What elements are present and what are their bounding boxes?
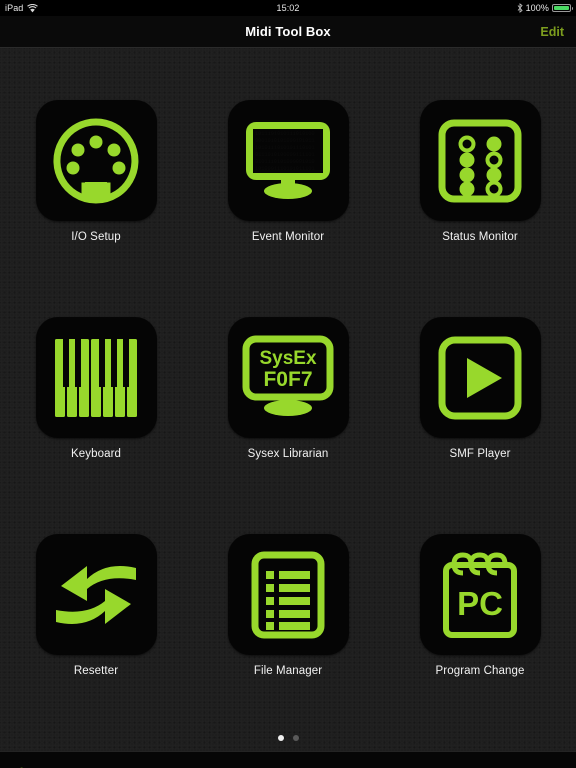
led-panel-icon <box>438 119 522 202</box>
app-tile-background: SysEx F0F7 <box>227 317 349 438</box>
status-bar-right: 100% <box>517 3 573 13</box>
carrier-label: iPad <box>5 3 24 13</box>
app-tile-label: Status Monitor <box>442 231 518 243</box>
app-tile-event-monitor[interactable]: 1011101010111010100 0001010101000101011 … <box>192 100 384 317</box>
page-indicator[interactable] <box>0 735 576 741</box>
svg-text:0101110101000001010: 0101110101000001010 <box>255 159 315 165</box>
app-tile-label: SMF Player <box>449 448 511 460</box>
page-title: Midi Tool Box <box>245 24 331 39</box>
app-tile-keyboard[interactable]: Keyboard <box>0 317 192 534</box>
notepad-pc-icon: PC <box>443 551 517 638</box>
document-list-icon <box>251 551 325 638</box>
status-bar: iPad 15:02 100% <box>0 0 576 16</box>
battery-full-icon <box>552 4 573 12</box>
add-button[interactable]: + <box>14 761 29 768</box>
bottom-toolbar: + Preferences <box>0 751 576 768</box>
app-tile-background: PC <box>419 534 541 655</box>
app-tile-label: I/O Setup <box>71 231 121 243</box>
midi-din-connector-icon <box>53 118 139 203</box>
app-tile-file-manager[interactable]: File Manager <box>192 534 384 751</box>
wifi-icon <box>27 3 39 12</box>
app-root: iPad 15:02 100% Midi Tool Box Edit I/O S… <box>0 0 576 768</box>
page-dot-1[interactable] <box>277 735 284 741</box>
edit-button[interactable]: Edit <box>540 25 564 39</box>
home-screen: I/O Setup 1011101010111010100 0001010101… <box>0 48 576 751</box>
app-tile-label: Program Change <box>435 665 525 677</box>
app-tile-io-setup[interactable]: I/O Setup <box>0 100 192 317</box>
svg-text:1011101010111010100: 1011101010111010100 <box>255 131 315 137</box>
app-tile-program-change[interactable]: PC Program Change <box>384 534 576 751</box>
status-bar-time: 15:02 <box>276 3 300 13</box>
monitor-sysex-icon: SysEx F0F7 <box>242 335 334 416</box>
binary-text-rows: 1011101010111010100 0001010101000101011 … <box>255 131 315 172</box>
app-tile-background <box>419 100 541 221</box>
page-dot-2[interactable] <box>292 735 299 741</box>
app-tile-label: Sysex Librarian <box>247 448 329 460</box>
svg-text:F0F7: F0F7 <box>263 368 312 391</box>
monitor-binary-icon: 1011101010111010100 0001010101000101011 … <box>246 121 330 199</box>
svg-text:PC: PC <box>457 585 503 622</box>
navigation-bar: Midi Tool Box Edit <box>0 16 576 48</box>
app-tile-sysex-librarian[interactable]: SysEx F0F7 Sysex Librarian <box>192 317 384 534</box>
app-tile-label: Keyboard <box>70 448 122 460</box>
piano-keyboard-icon <box>55 338 137 417</box>
app-icon-grid: I/O Setup 1011101010111010100 0001010101… <box>0 100 576 751</box>
app-tile-background <box>35 317 157 438</box>
refresh-arrows-icon <box>56 565 136 624</box>
app-tile-resetter[interactable]: Resetter <box>0 534 192 751</box>
app-tile-label: File Manager <box>253 665 323 677</box>
app-tile-status-monitor[interactable]: Status Monitor <box>384 100 576 317</box>
svg-text:0111010100000111101: 0111010100000111101 <box>255 152 315 158</box>
app-tile-label: Resetter <box>73 665 119 677</box>
battery-percent-label: 100% <box>525 3 549 13</box>
app-tile-background: 1011101010111010100 0001010101000101011 … <box>227 100 349 221</box>
app-tile-label: Event Monitor <box>251 231 325 243</box>
app-tile-background <box>227 534 349 655</box>
bluetooth-icon <box>517 3 523 13</box>
svg-text:1010111010101110101: 1010111010101110101 <box>255 145 315 151</box>
svg-text:1010001110101011101: 1010001110101011101 <box>255 166 315 172</box>
app-tile-background <box>35 534 157 655</box>
app-tile-background <box>35 100 157 221</box>
app-tile-smf-player[interactable]: SMF Player <box>384 317 576 534</box>
app-tile-background <box>419 317 541 438</box>
status-bar-left: iPad <box>5 3 39 13</box>
play-button-icon <box>438 336 522 419</box>
svg-text:SysEx: SysEx <box>259 348 316 369</box>
svg-text:0001010101000101011: 0001010101000101011 <box>255 138 315 144</box>
